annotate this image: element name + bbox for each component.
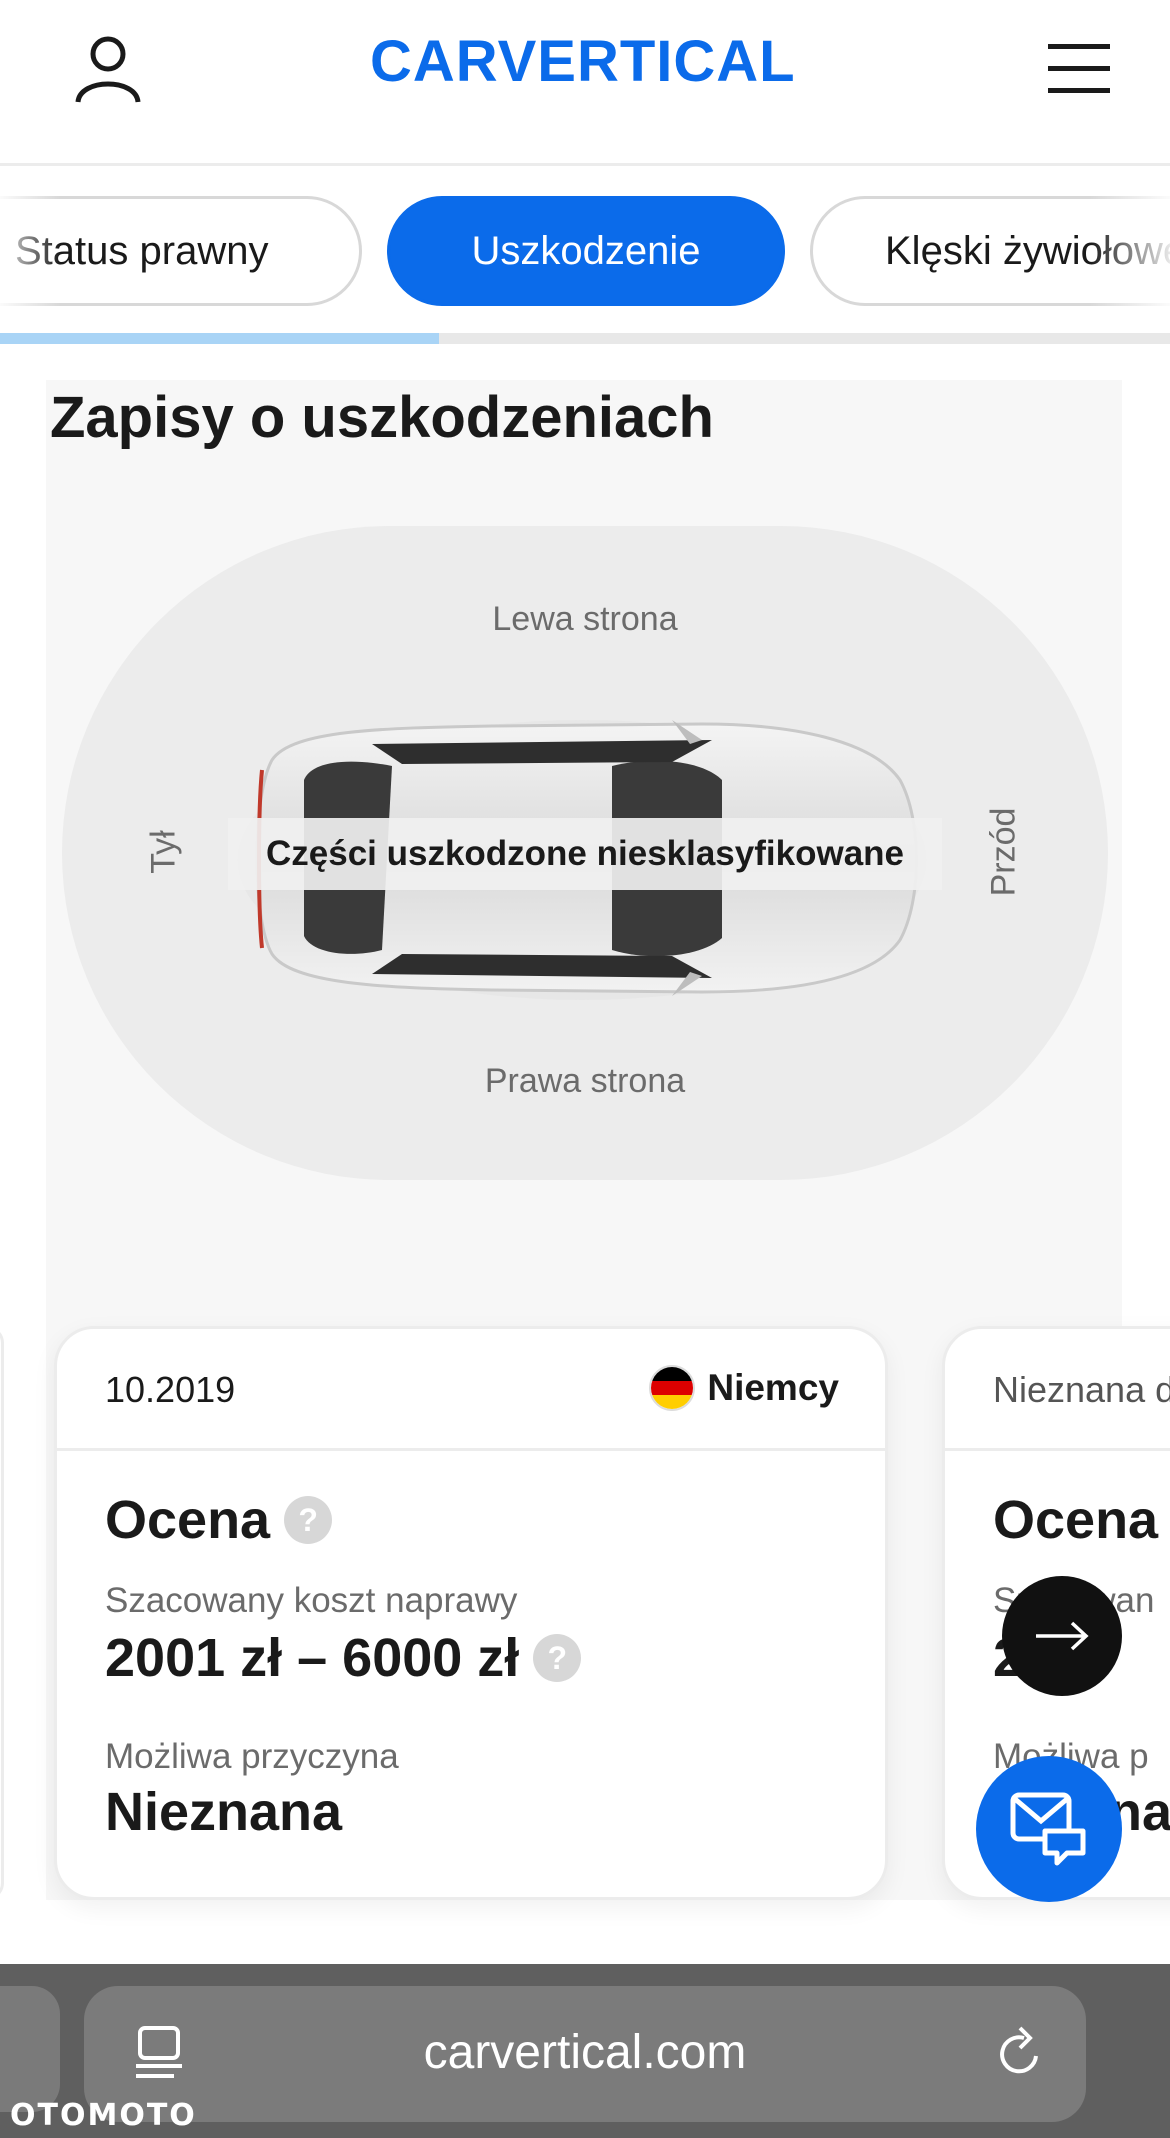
damage-record-card: 10.2019 Niemcy Ocena ? Szacowany koszt n… [54,1326,888,1900]
next-card-button[interactable] [1002,1576,1122,1696]
tab-label: Uszkodzenie [471,228,701,273]
tab-uszkodzenie[interactable]: Uszkodzenie [387,196,785,306]
section-title: Zapisy o uszkodzeniach [50,385,714,450]
user-icon[interactable] [70,32,146,108]
section-tabs: Status prawny Uszkodzenie Klęski żywioło… [0,196,1170,308]
record-date: Nieznana d [993,1369,1170,1410]
previous-browser-tab[interactable] [0,1986,60,2112]
label-left-side: Lewa strona [492,600,678,638]
record-date: 10.2019 [105,1369,236,1410]
country-name: Niemcy [707,1367,839,1408]
damage-parts-label: Części uszkodzone niesklasyfikowane [228,818,942,890]
carvertical-logo[interactable]: CARVERTICAL [370,28,796,95]
tabs-fade-left [0,190,60,314]
help-icon[interactable]: ? [533,1634,582,1682]
previous-card-edge [0,1326,4,1900]
rating-title: Ocena [993,1489,1158,1551]
rating-title-text: Ocena [105,1490,271,1550]
label-right-side: Prawa strona [484,1062,686,1100]
rating-title-text: Ocena [993,1490,1159,1550]
chat-envelope-icon [1010,1792,1086,1866]
page: CARVERTICAL Status prawny Uszkodzenie Kl… [0,0,1170,2138]
arrow-right-icon [1036,1621,1089,1651]
possible-cause-label: Możliwa przyczyna [105,1737,399,1776]
tabs-scroll-progress-fill [0,333,439,344]
label-front: Przód [984,807,1023,897]
label-rear: Tył [144,830,183,874]
reload-icon[interactable] [994,2026,1046,2082]
chat-button[interactable] [976,1756,1122,1902]
card-header: Nieznana d [945,1329,1170,1451]
hamburger-menu-icon[interactable] [1048,40,1110,96]
tabs-fade-right [1090,190,1170,314]
card-header: 10.2019 Niemcy [57,1329,885,1451]
url-text[interactable]: carvertical.com [84,2025,1086,2080]
repair-cost-value: 2001 zł – 6000 zł ? [105,1627,582,1689]
help-icon[interactable]: ? [284,1496,333,1544]
record-country: Niemcy [649,1365,839,1411]
repair-cost-text: 2001 zł – 6000 zł [105,1628,520,1688]
rating-title: Ocena ? [105,1489,333,1551]
tabs-scroll-progress [0,333,1170,344]
possible-cause-value: Nieznana [105,1782,343,1842]
site-header: CARVERTICAL [0,0,1170,166]
otomoto-watermark: OTOMOTO [10,2098,197,2133]
repair-cost-label: Szacowany koszt naprawy [105,1581,518,1620]
germany-flag-icon [649,1365,696,1411]
